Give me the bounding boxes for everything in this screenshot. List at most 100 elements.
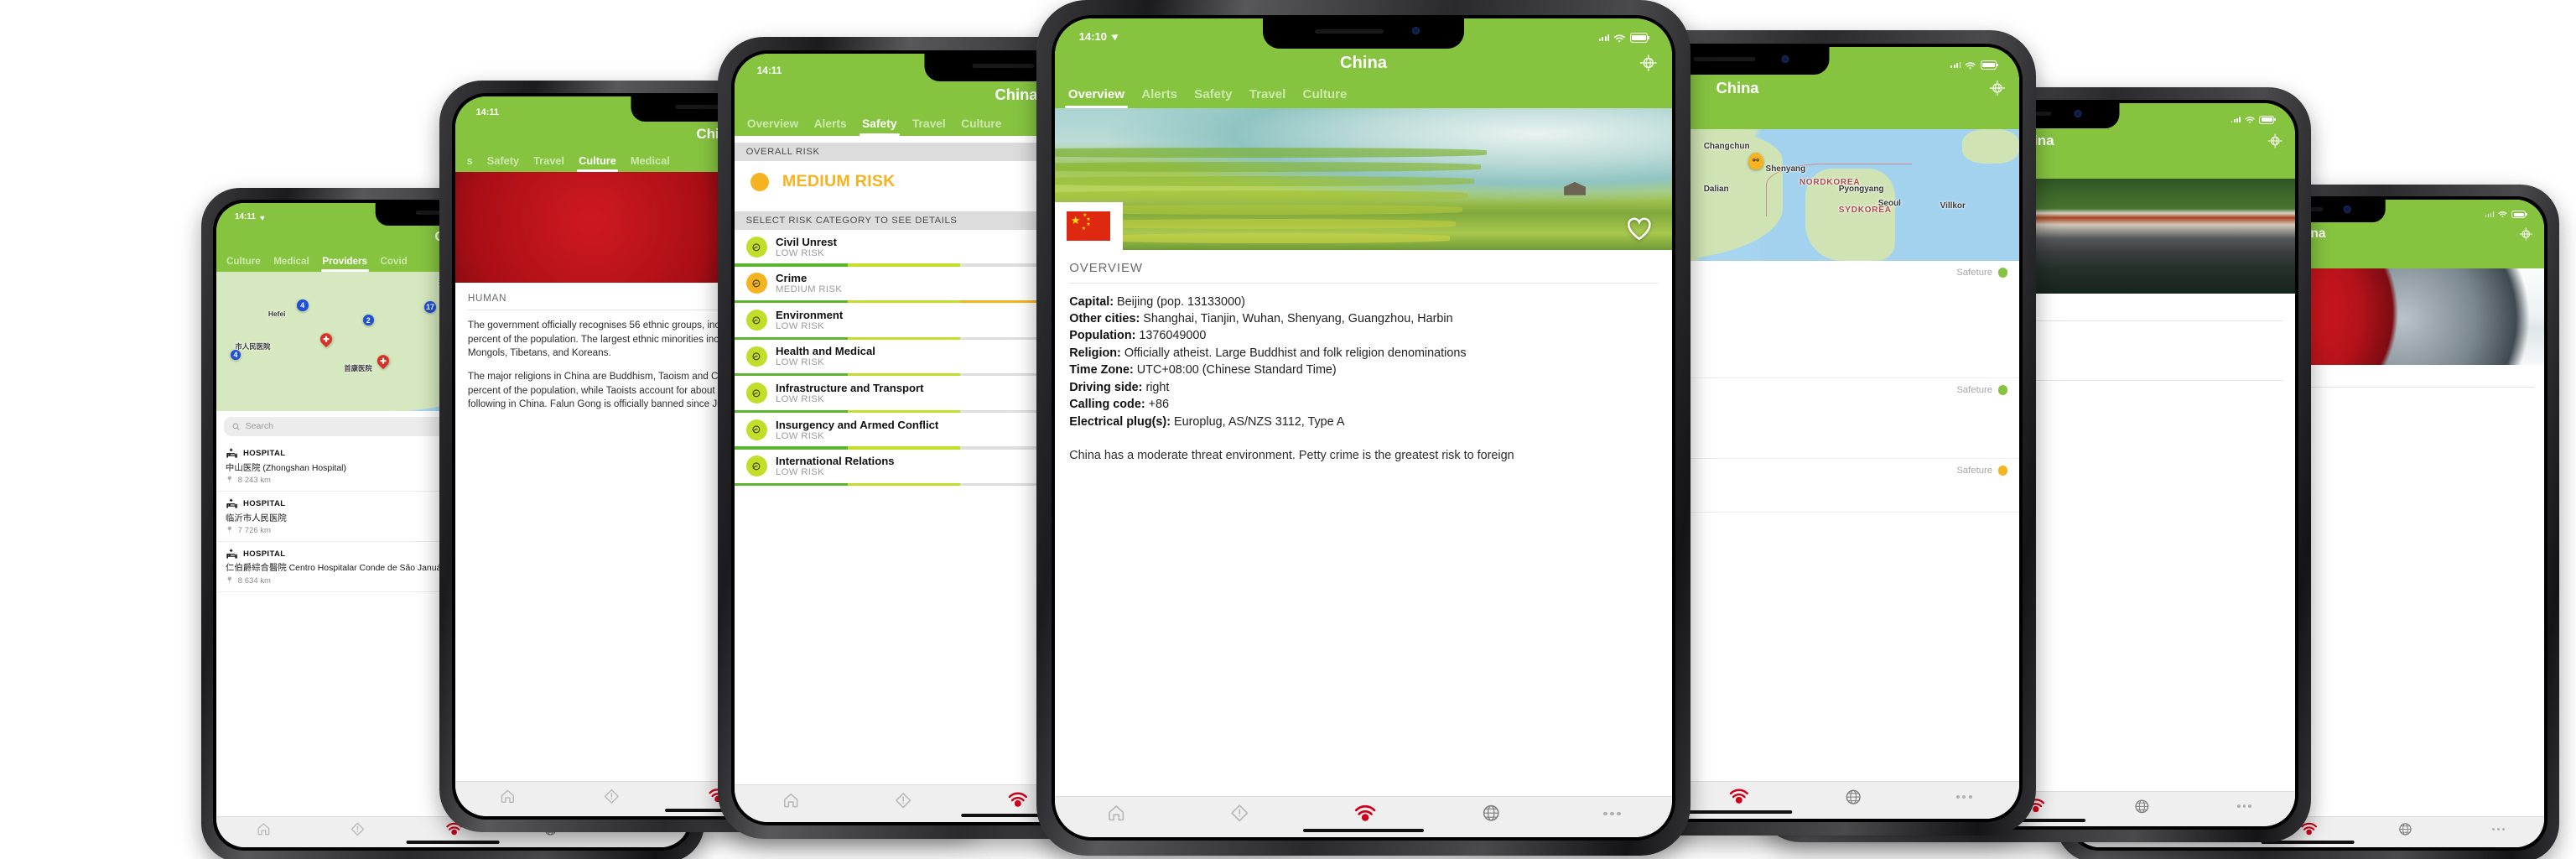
- map-label: Shenyang: [1765, 164, 1806, 174]
- tab-covid[interactable]: Covid: [374, 253, 414, 272]
- tab-travel[interactable]: Travel: [527, 152, 572, 173]
- map-cluster[interactable]: 2: [362, 315, 374, 326]
- more-dot: [1603, 811, 1607, 815]
- map-cluster[interactable]: 17: [424, 300, 436, 313]
- terrace-band: [1055, 162, 1481, 172]
- fact-key: Population:: [1069, 329, 1140, 343]
- alert-source: Safeture: [1956, 465, 1993, 476]
- map-label: Pyongyang: [1838, 184, 1884, 194]
- globe-target-icon[interactable]: [1639, 54, 1658, 72]
- phone-notch: [1263, 15, 1464, 49]
- nav-item-alerts[interactable]: [894, 791, 912, 810]
- nav-item-more[interactable]: [2236, 804, 2252, 808]
- tab-medical[interactable]: Medical: [623, 152, 677, 173]
- cross-icon: ✚: [323, 334, 330, 343]
- fact-value: Europlug, AS/NZS 3112, Type A: [1174, 414, 1345, 429]
- page-title: China: [1716, 79, 1759, 97]
- overview-screen: ★ ★ ★ ★ ★ OVERVIEW Capital: Beijing (pop. 1313…: [1055, 107, 1672, 797]
- notch-camera: [1781, 55, 1789, 63]
- provider-distance: 8 243 km: [237, 476, 271, 486]
- provider-kind: HOSPITAL: [242, 449, 286, 459]
- tab-culture[interactable]: Culture: [953, 114, 1010, 136]
- map-pin-airport-icon[interactable]: ⚯: [1748, 153, 1763, 169]
- status-time: 14:10: [1078, 29, 1107, 43]
- location-arrow-icon: [259, 213, 267, 221]
- hero-image-rice-terraces: ★ ★ ★ ★ ★: [1055, 107, 1672, 251]
- tab-travel[interactable]: Travel: [1241, 84, 1295, 108]
- notch-speaker: [1315, 29, 1384, 34]
- nav-item-sos[interactable]: [1353, 801, 1378, 826]
- fact-key: Religion:: [1069, 346, 1124, 360]
- search-placeholder: Search: [245, 421, 273, 432]
- tab-s[interactable]: s: [460, 152, 480, 173]
- hut-shape: [1564, 181, 1586, 195]
- fact-row: Religion: Officially atheist. Large Budd…: [1069, 345, 1657, 362]
- notch-speaker: [972, 63, 1035, 68]
- nav-item-home[interactable]: [1106, 803, 1126, 823]
- nav-item-world[interactable]: [1844, 788, 1862, 806]
- nav-item-world[interactable]: [2397, 821, 2413, 837]
- tab-overview[interactable]: Overview: [1060, 84, 1133, 108]
- nav-item-sos[interactable]: [1727, 785, 1751, 809]
- tab-culture[interactable]: Culture: [572, 152, 624, 173]
- tab-medical[interactable]: Medical: [267, 253, 315, 272]
- signal-bars-icon: [1950, 61, 1961, 69]
- more-dot: [1962, 794, 1966, 799]
- more-dot: [2248, 804, 2252, 808]
- nav-item-world[interactable]: [2133, 798, 2151, 815]
- nav-item-alerts[interactable]: [1229, 803, 1249, 823]
- tab-providers[interactable]: Providers: [316, 253, 374, 272]
- nav-item-alerts[interactable]: [603, 788, 621, 805]
- tab-overview[interactable]: Overview: [740, 114, 807, 136]
- status-right: [1598, 33, 1649, 43]
- nav-item-more[interactable]: [1956, 794, 1972, 799]
- map-cluster[interactable]: 4: [296, 299, 309, 311]
- status-right: [1950, 60, 1998, 70]
- flag-star-small: ★: [1086, 222, 1091, 228]
- more-dot: [1610, 811, 1614, 815]
- globe-target-icon[interactable]: [1989, 80, 2006, 96]
- tab-alerts[interactable]: Alerts: [806, 114, 854, 136]
- nav-item-more[interactable]: [1603, 811, 1621, 815]
- section-rule: [1069, 283, 1658, 284]
- tab-bar: Overview Alerts Safety Travel Culture: [1055, 81, 1672, 108]
- fact-value: Shanghai, Tianjin, Wuhan, Shenyang, Guan…: [1143, 311, 1453, 325]
- status-right: [2485, 211, 2527, 218]
- category-icon-globe-people-icon: [745, 456, 767, 477]
- status-left: 14:10: [1078, 29, 1120, 43]
- pin-icon: 📍: [225, 576, 235, 586]
- nav-item-home[interactable]: [499, 788, 517, 805]
- tab-culture[interactable]: Culture: [1294, 84, 1355, 108]
- nav-item-alerts[interactable]: [350, 821, 366, 837]
- tab-safety[interactable]: Safety: [854, 114, 905, 136]
- battery-icon: [1980, 60, 1998, 70]
- fact-row: Capital: Beijing (pop. 13133000): [1069, 294, 1657, 310]
- home-indicator: [1303, 828, 1424, 833]
- phone-reflection: [1036, 856, 1690, 859]
- heart-icon[interactable]: [1626, 216, 1653, 241]
- nav-item-more[interactable]: [2491, 827, 2506, 831]
- nav-item-home[interactable]: [782, 791, 800, 810]
- tab-culture[interactable]: Culture: [220, 253, 267, 272]
- tab-safety[interactable]: Safety: [1186, 84, 1241, 108]
- tab-travel[interactable]: Travel: [905, 114, 953, 136]
- overview-body: OVERVIEW Capital: Beijing (pop. 13133000)…: [1055, 250, 1672, 475]
- nav-item-home[interactable]: [256, 821, 272, 837]
- flag-star-small: ★: [1081, 226, 1086, 232]
- tab-alerts[interactable]: Alerts: [1133, 84, 1186, 108]
- status-time: 14:11: [234, 212, 256, 221]
- globe-target-icon[interactable]: [2267, 133, 2283, 148]
- tab-safety[interactable]: Safety: [480, 152, 526, 173]
- notch-camera: [2343, 205, 2351, 213]
- status-left: 14:11: [234, 212, 267, 221]
- page-title: China: [1340, 53, 1387, 72]
- terrace-band: [1104, 233, 1451, 243]
- map-label: SYDKOREA: [1838, 206, 1892, 216]
- nav-item-sos[interactable]: [1006, 789, 1030, 812]
- map-label: 市人民医院: [235, 341, 271, 351]
- category-icon-mask-icon: [745, 273, 767, 294]
- nav-item-world[interactable]: [1481, 803, 1501, 823]
- status-time: 14:11: [756, 64, 782, 76]
- status-left: 14:11: [757, 65, 782, 76]
- globe-target-icon[interactable]: [2519, 227, 2533, 242]
